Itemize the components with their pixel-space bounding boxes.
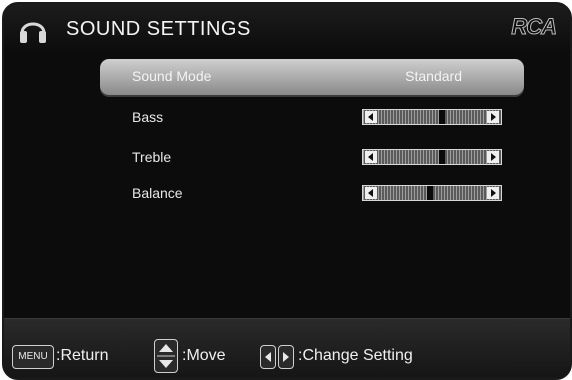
change-setting-hint: :Change Setting — [298, 347, 413, 364]
menu-key: MENU — [12, 345, 54, 369]
title-bar: SOUND SETTINGS RCA — [4, 4, 570, 52]
move-hint: :Move — [182, 347, 226, 364]
menu-item-bass[interactable]: Bass — [100, 100, 524, 136]
treble-slider[interactable] — [362, 149, 502, 165]
arrow-right-icon[interactable] — [487, 111, 499, 123]
up-down-keys — [154, 339, 178, 373]
arrow-left-icon — [265, 352, 271, 362]
sound-mode-value: Standard — [405, 68, 462, 84]
menu-item-label: Balance — [132, 185, 183, 201]
right-key — [278, 345, 294, 369]
return-hint: :Return — [56, 347, 109, 364]
arrow-right-icon — [283, 352, 289, 362]
menu-item-label: Bass — [132, 109, 164, 125]
menu-item-label: Treble — [132, 149, 172, 165]
arrow-left-icon[interactable] — [365, 187, 377, 199]
page-title: SOUND SETTINGS — [66, 18, 251, 40]
brand-logo: RCA — [511, 14, 558, 40]
menu-item-sound-mode[interactable]: Sound Mode Standard — [100, 59, 524, 95]
arrow-left-icon[interactable] — [365, 111, 377, 123]
help-bar: MENU :Return :Move :Change Setting — [4, 318, 570, 378]
arrow-right-icon[interactable] — [487, 151, 499, 163]
arrow-left-icon[interactable] — [365, 151, 377, 163]
slider-thumb[interactable] — [427, 186, 433, 200]
menu-item-treble[interactable]: Treble — [100, 140, 524, 176]
headphones-icon — [20, 22, 46, 43]
slider-thumb[interactable] — [439, 110, 445, 124]
left-key — [260, 345, 276, 369]
arrow-right-icon[interactable] — [487, 187, 499, 199]
balance-slider[interactable] — [362, 185, 502, 201]
tv-osd-screen: SOUND SETTINGS RCA Sound Mode Standard B… — [2, 2, 572, 380]
up-down-arrows-icon — [157, 344, 175, 368]
menu-item-label: Sound Mode — [132, 68, 212, 84]
bass-slider[interactable] — [362, 109, 502, 125]
slider-thumb[interactable] — [439, 150, 445, 164]
menu-item-balance[interactable]: Balance — [100, 176, 524, 212]
